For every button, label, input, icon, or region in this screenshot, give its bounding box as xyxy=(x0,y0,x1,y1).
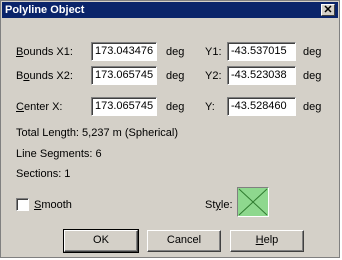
line-segments-text: Line Segments: 6 xyxy=(16,148,102,160)
center-x-field[interactable]: 173.065745 xyxy=(91,97,157,116)
bounds-y1-label: Y1: xyxy=(205,46,222,58)
bounds-x2-unit: deg xyxy=(166,70,185,82)
bounds-y2-field[interactable]: -43.523038 xyxy=(227,66,296,85)
total-length-text: Total Length: 5,237 m (Spherical) xyxy=(16,127,179,139)
bounds-x2-field[interactable]: 173.065745 xyxy=(91,66,157,85)
style-swatch-icon xyxy=(238,188,268,216)
cancel-button[interactable]: Cancel xyxy=(147,230,221,252)
close-icon: ✕ xyxy=(323,4,333,16)
center-y-unit: deg xyxy=(303,101,322,113)
ok-button[interactable]: OK xyxy=(63,229,139,253)
help-button[interactable]: Help xyxy=(230,230,304,252)
smooth-checkbox[interactable] xyxy=(16,198,29,211)
style-swatch-button[interactable] xyxy=(237,187,269,217)
dialog-title: Polyline Object xyxy=(5,4,85,16)
sections-text: Sections: 1 xyxy=(16,168,71,180)
bounds-y1-unit: deg xyxy=(303,46,322,58)
bounds-y1-field[interactable]: -43.537015 xyxy=(227,42,296,61)
bounds-x1-field[interactable]: 173.043476 xyxy=(91,42,157,61)
bounds-y2-unit: deg xyxy=(303,70,322,82)
style-label: Style: xyxy=(205,199,233,211)
bounds-x1-unit: deg xyxy=(166,46,185,58)
smooth-label[interactable]: Smooth xyxy=(34,198,72,212)
bounds-x1-label: Bounds X1: xyxy=(16,46,73,58)
center-x-label: Center X: xyxy=(16,101,63,113)
polyline-object-dialog: Polyline Object ✕ Bounds X1: 173.043476 … xyxy=(0,0,340,258)
center-y-label: Y: xyxy=(205,101,215,113)
title-bar[interactable]: Polyline Object ✕ xyxy=(2,2,338,18)
close-button[interactable]: ✕ xyxy=(321,4,335,16)
center-y-field[interactable]: -43.528460 xyxy=(227,97,296,116)
bounds-x2-label: Bounds X2: xyxy=(16,70,73,82)
bounds-y2-label: Y2: xyxy=(205,70,222,82)
center-x-unit: deg xyxy=(166,101,185,113)
